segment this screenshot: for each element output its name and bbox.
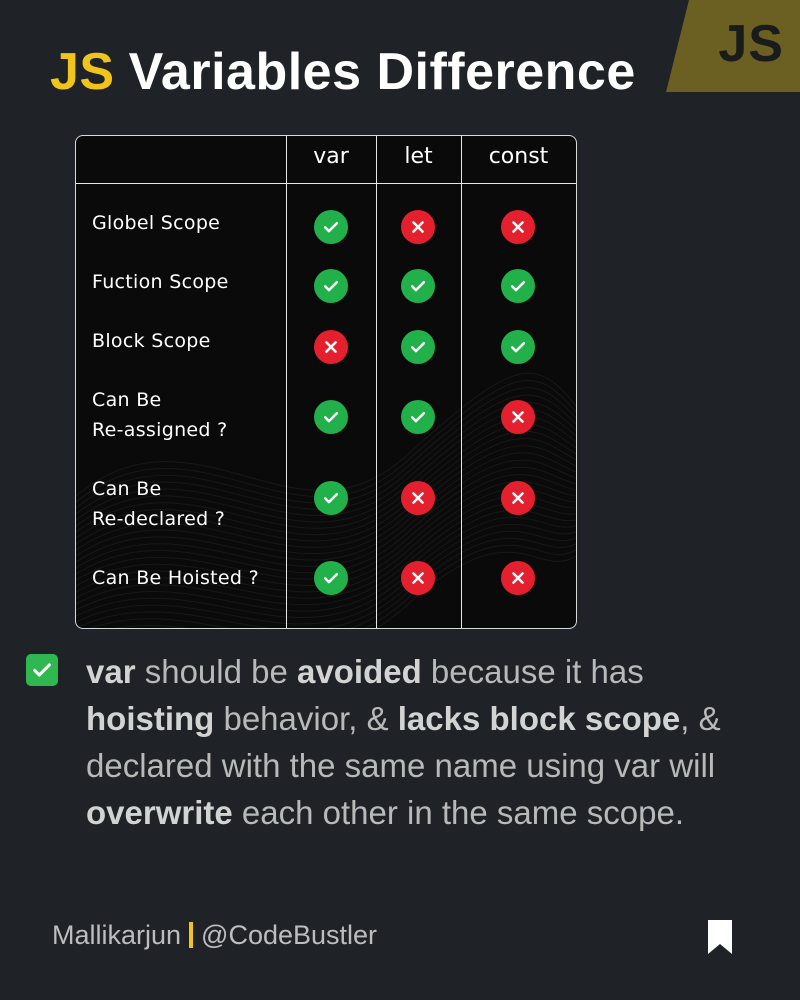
check-icon [401,269,435,303]
author-name: Mallikarjun [52,920,182,950]
page-title: JS Variables Difference [50,42,636,102]
check-icon [314,400,348,434]
header-const: const [488,144,549,169]
footer-credit: Mallikarjun @CodeBustler [52,920,377,951]
row-label: Globel Scope [92,212,221,234]
tip-emphasis: avoided [297,653,422,690]
author-handle: @CodeBustler [201,920,378,950]
header-var: var [313,144,349,169]
check-icon [314,269,348,303]
check-icon [314,561,348,595]
tip-emphasis: hoisting [86,700,215,737]
check-mark-button-icon [26,654,58,686]
tip-segment: because it has [421,653,644,690]
row-label: Fuction Scope [92,271,229,293]
cross-icon [401,210,435,244]
title-text: Variables Difference [128,43,636,101]
tip-segment: should be [135,653,298,690]
bookmark-icon[interactable] [706,920,734,954]
row-label: Can Be Re-declared ? [92,478,226,530]
cross-icon [501,561,535,595]
js-logo: JS [718,15,784,73]
cross-icon [314,330,348,364]
row-label: Block Scope [92,330,211,352]
comparison-table: var let const Globel Scope Fuction Scope B… [75,135,577,629]
tip-segment: behavior, & [214,700,398,737]
tip-segment: each other in the same scope. [232,794,685,831]
header-divider [76,183,576,184]
check-icon [501,269,535,303]
cross-icon [401,481,435,515]
tip-emphasis: var [86,653,136,690]
column-divider [286,136,287,628]
check-icon [401,400,435,434]
footer-separator [189,922,194,948]
row-label: Can Be Re-assigned ? [92,389,228,441]
column-divider [376,136,377,628]
cross-icon [401,561,435,595]
check-icon [314,210,348,244]
cross-icon [501,481,535,515]
check-icon [501,330,535,364]
row-label: Can Be Hoisted ? [92,567,259,589]
cross-icon [501,210,535,244]
tip-emphasis: lacks block scope [397,700,681,737]
check-icon [401,330,435,364]
title-js: JS [50,43,115,101]
header-let: let [404,144,433,169]
check-icon [314,481,348,515]
cross-icon [501,400,535,434]
tip-text: var should be avoided because it has hoi… [86,648,766,836]
tip-emphasis: overwrite [86,794,233,831]
column-divider [461,136,462,628]
